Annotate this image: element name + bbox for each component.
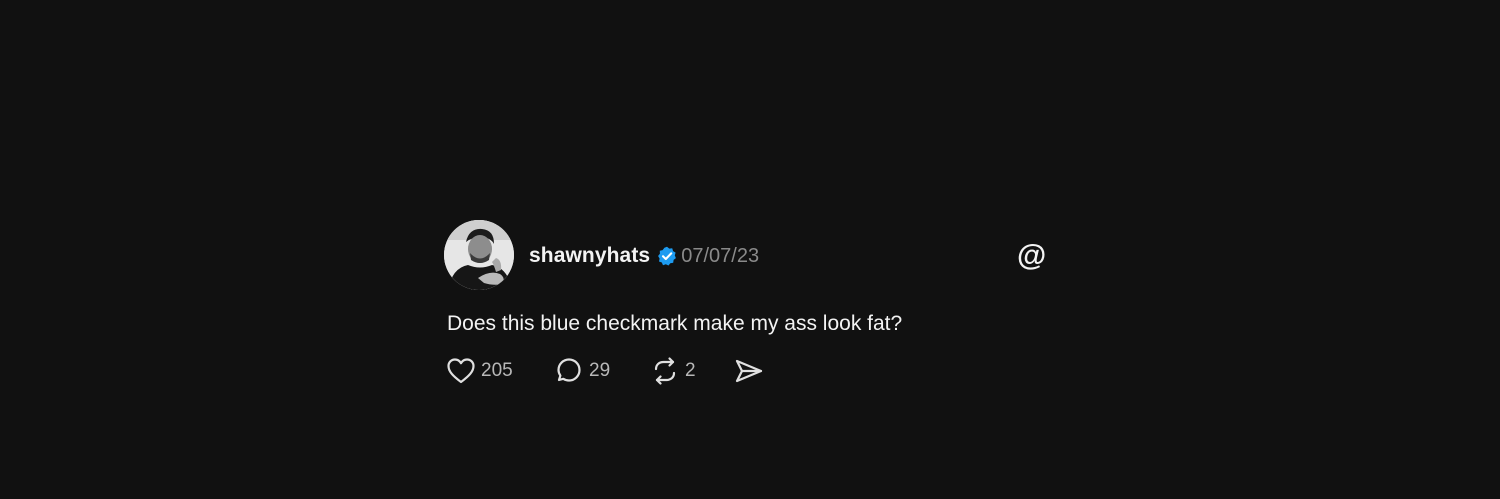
username[interactable]: shawnyhats — [529, 244, 650, 268]
send-icon — [735, 359, 763, 383]
verified-badge-icon — [657, 246, 677, 266]
post-header: shawnyhats 07/07/23 @ — [444, 220, 1048, 292]
post-meta: shawnyhats 07/07/23 — [529, 242, 759, 270]
repost-icon — [654, 357, 676, 385]
avatar-photo — [444, 220, 514, 290]
post-card: shawnyhats 07/07/23 @ Does this blue che… — [444, 220, 1048, 386]
heart-icon — [447, 358, 475, 384]
repost-count: 2 — [685, 360, 696, 381]
share-button[interactable] — [734, 357, 764, 385]
threads-logo-icon[interactable]: @ — [1017, 241, 1046, 271]
like-count: 205 — [481, 360, 513, 381]
post-text: Does this blue checkmark make my ass loo… — [447, 312, 903, 335]
avatar[interactable] — [444, 220, 514, 290]
repost-button[interactable]: 2 — [650, 356, 734, 386]
like-button[interactable]: 205 — [446, 357, 554, 385]
post-timestamp: 07/07/23 — [681, 244, 760, 267]
reply-count: 29 — [589, 360, 611, 381]
reply-button[interactable]: 29 — [554, 356, 650, 386]
post-actions: 205 29 2 — [446, 356, 1048, 386]
page: shawnyhats 07/07/23 @ Does this blue che… — [0, 0, 1500, 499]
speech-bubble-icon — [557, 358, 581, 382]
